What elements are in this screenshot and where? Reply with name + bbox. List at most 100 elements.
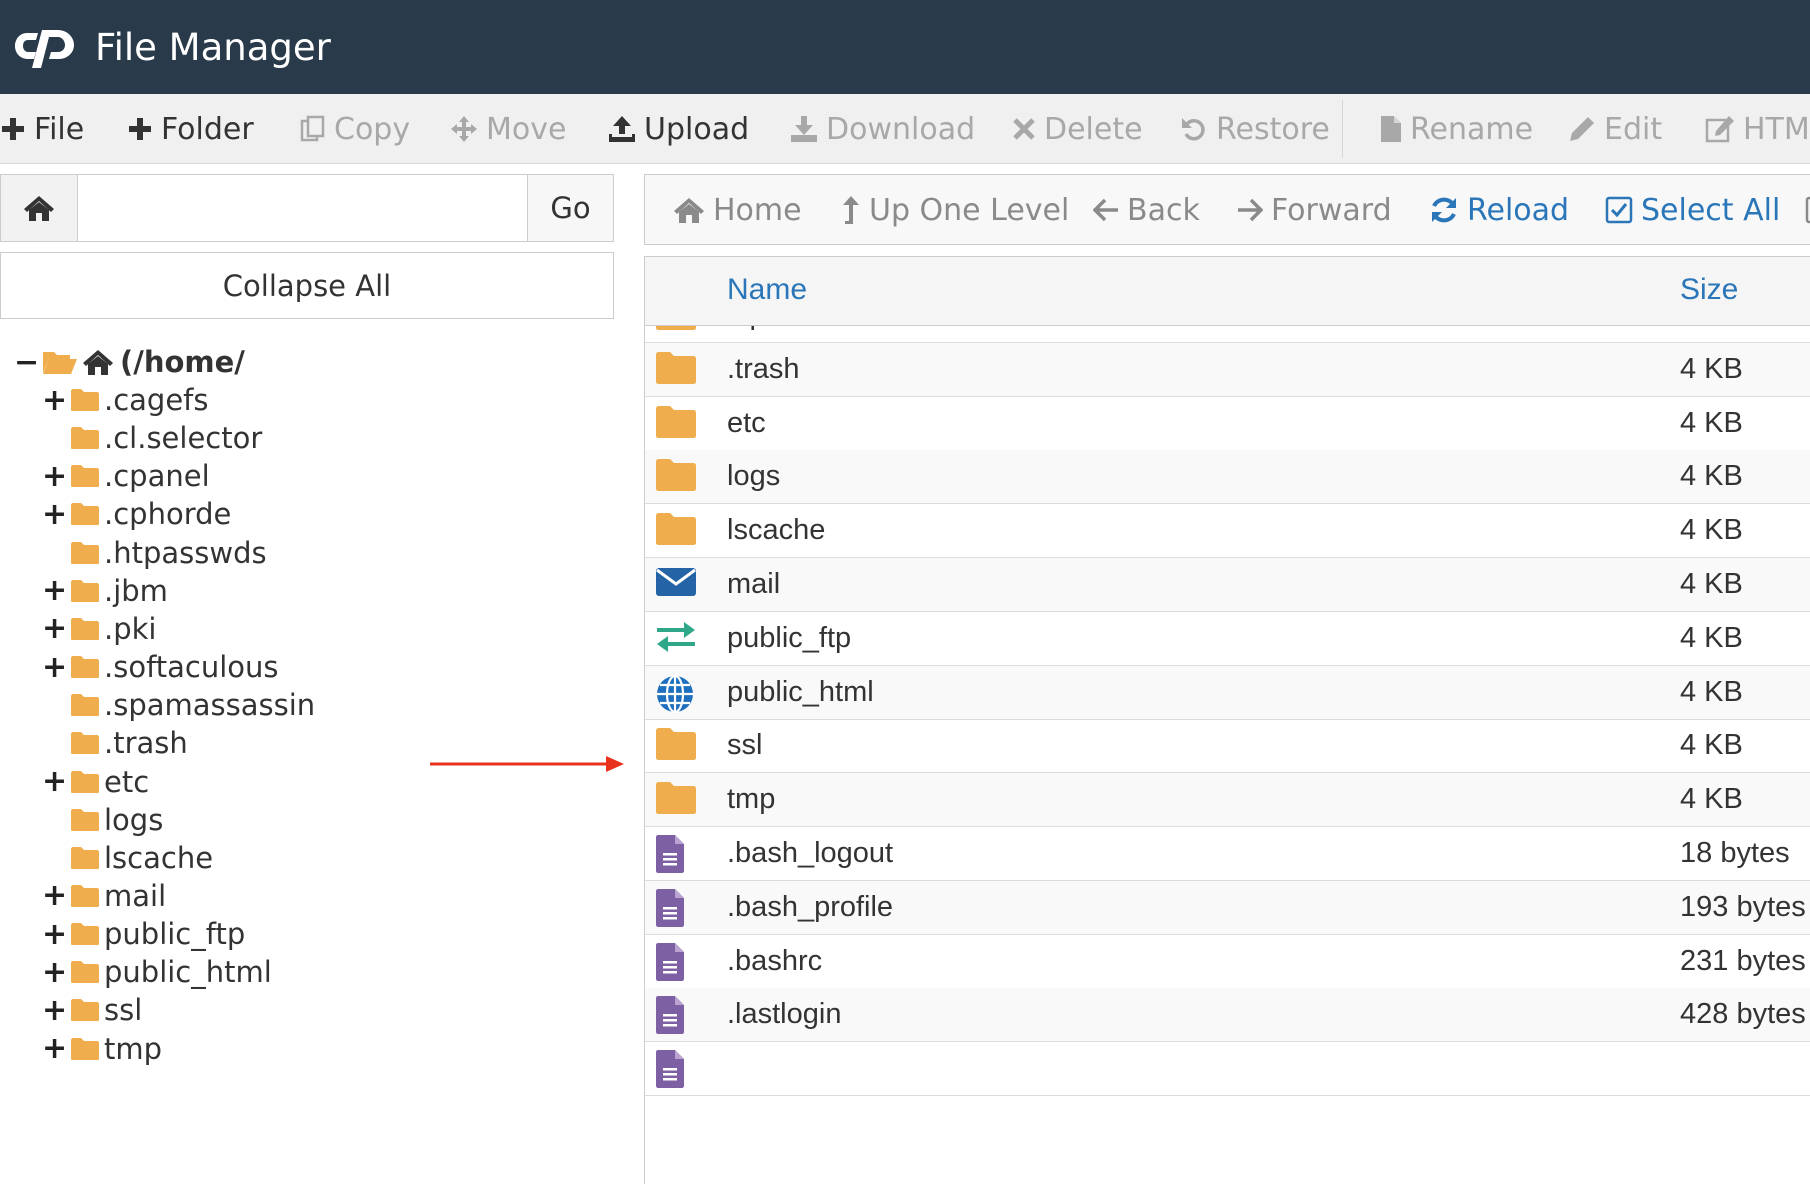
table-row[interactable]: ssl 4 KB [645, 719, 1810, 774]
expand-toggle-icon[interactable]: + [42, 611, 67, 646]
mail-icon [655, 566, 697, 604]
expand-toggle-icon[interactable]: + [42, 993, 67, 1028]
path-input[interactable] [79, 175, 527, 241]
app-title: File Manager [95, 26, 331, 69]
expand-toggle-icon[interactable]: + [42, 573, 67, 608]
tree-item[interactable]: + tmp [42, 1027, 162, 1071]
unselect-all-button[interactable] [1805, 175, 1810, 245]
copy-button[interactable]: Copy [300, 94, 410, 164]
folder-icon [70, 884, 100, 908]
file-size: 4 KB [1680, 406, 1743, 439]
table-row[interactable]: .bashrc 231 bytes [645, 935, 1810, 989]
download-icon [791, 116, 817, 142]
table-row[interactable]: public_html 4 KB [645, 665, 1810, 720]
refresh-icon [1432, 197, 1456, 223]
restore-button[interactable]: Restore [1180, 94, 1330, 164]
folder-icon [70, 693, 100, 717]
nav-home-button[interactable]: Home [673, 175, 802, 245]
expand-toggle-icon[interactable]: + [42, 764, 67, 799]
file-name: public_html [727, 675, 874, 708]
expand-toggle-icon[interactable]: + [42, 917, 67, 952]
expand-toggle-icon[interactable]: + [42, 459, 67, 494]
expand-toggle-icon[interactable]: + [42, 383, 67, 418]
file-size: 4 KB [1680, 729, 1743, 762]
delete-button[interactable]: Delete [1012, 94, 1143, 164]
folder-icon [70, 617, 100, 641]
table-row[interactable] [645, 1042, 1810, 1097]
level-up-icon [843, 196, 859, 224]
table-row[interactable]: .lastlogin 428 bytes [645, 988, 1810, 1043]
file-list-table: Name Size .spamassassin4 KB.trash4 KBetc… [644, 256, 1810, 1184]
text-file-icon [655, 1050, 697, 1089]
text-file-icon [655, 835, 697, 873]
nav-home-label: Home [713, 192, 802, 228]
table-row[interactable]: mail 4 KB [645, 558, 1810, 612]
html-editor-button[interactable]: HTML [1705, 94, 1810, 164]
table-row[interactable]: .bash_profile 193 bytes [645, 880, 1810, 935]
expand-toggle-icon[interactable]: + [42, 878, 67, 913]
expand-toggle-icon[interactable]: + [42, 1031, 67, 1066]
column-header-name[interactable]: Name [727, 273, 807, 307]
rename-label: Rename [1410, 111, 1534, 147]
reload-button[interactable]: Reload [1429, 175, 1569, 245]
tree-item-label: .trash [104, 726, 188, 761]
table-row[interactable]: .bash_logout 18 bytes [645, 827, 1810, 881]
table-header: Name Size [645, 257, 1810, 326]
table-row[interactable]: logs 4 KB [645, 450, 1810, 505]
file-icon [1381, 116, 1401, 142]
select-all-label: Select All [1641, 192, 1781, 228]
folder-icon [70, 770, 100, 794]
folder-icon [70, 1037, 100, 1061]
file-name: lscache [727, 514, 826, 547]
copy-icon [300, 115, 325, 142]
download-button[interactable]: Download [790, 94, 975, 164]
plus-icon [129, 118, 151, 140]
upload-button[interactable]: Upload [608, 94, 749, 164]
file-size: 193 bytes [1680, 890, 1806, 923]
table-row[interactable]: lscache 4 KB [645, 504, 1810, 559]
rename-button[interactable]: Rename [1380, 94, 1533, 164]
tree-item-label: tmp [104, 1031, 163, 1066]
expand-toggle-icon[interactable]: + [42, 497, 67, 532]
collapse-all-button[interactable]: Collapse All [0, 252, 614, 319]
navigation-bar: Home Up One Level Back Forward Reload Se… [644, 174, 1810, 245]
move-button[interactable]: Move [450, 94, 566, 164]
path-home-button[interactable] [1, 175, 78, 241]
forward-button[interactable]: Forward [1237, 175, 1392, 245]
undo-icon [1182, 118, 1205, 141]
edit-button[interactable]: Edit [1568, 94, 1662, 164]
pencil-icon [1570, 117, 1594, 141]
transfer-arrows-icon [655, 620, 697, 658]
file-name: .trash [727, 352, 800, 385]
file-name: .bash_logout [727, 837, 894, 869]
plus-icon [2, 118, 24, 140]
cpanel-logo-icon [15, 30, 74, 68]
move-label: Move [486, 111, 567, 147]
tree-item-label: .jbm [104, 573, 168, 608]
new-file-button[interactable]: File [0, 94, 84, 164]
checkbox-empty-icon [1805, 196, 1810, 224]
back-button[interactable]: Back [1093, 175, 1200, 245]
table-row[interactable]: .trash 4 KB [645, 342, 1810, 397]
tree-item-label: .spamassassin [104, 688, 316, 723]
table-row[interactable]: tmp 4 KB [645, 773, 1810, 828]
go-button[interactable]: Go [527, 175, 613, 241]
file-name: tmp [727, 783, 776, 816]
folder-icon [70, 502, 100, 526]
expand-toggle-icon[interactable]: + [42, 955, 67, 990]
table-row[interactable]: public_ftp 4 KB [645, 612, 1810, 666]
column-header-size[interactable]: Size [1680, 273, 1738, 307]
select-all-button[interactable]: Select All [1605, 175, 1780, 245]
restore-label: Restore [1216, 111, 1330, 147]
expand-toggle-icon[interactable]: + [42, 650, 67, 685]
forward-label: Forward [1271, 192, 1392, 228]
copy-label: Copy [334, 111, 411, 147]
toolbar-divider [1342, 100, 1343, 158]
delete-label: Delete [1044, 111, 1143, 147]
collapse-toggle-icon[interactable]: − [14, 345, 39, 380]
tree-item-label: lscache [104, 840, 214, 875]
new-file-label: File [34, 111, 85, 147]
new-folder-button[interactable]: Folder [127, 94, 254, 164]
up-one-level-button[interactable]: Up One Level [841, 175, 1069, 245]
table-row[interactable]: etc 4 KB [645, 397, 1810, 451]
